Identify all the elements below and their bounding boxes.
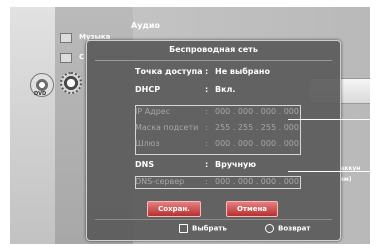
gear-icon[interactable] — [60, 72, 82, 94]
return-label: Возврат — [278, 224, 311, 233]
subnet-mask-row[interactable]: Маска подсети:255 . 255 . 255 . 000 — [135, 123, 299, 132]
select-label: Выбрать — [192, 224, 227, 233]
select-hint: Выбрать — [179, 224, 227, 233]
enter-key-icon — [179, 224, 188, 233]
subnet-mask-value: 255 . 255 . 255 . 000 — [215, 123, 299, 132]
left-strip — [10, 7, 55, 244]
music-icon — [60, 33, 72, 43]
access-point-row[interactable]: Точка доступа: Не выбрано — [135, 67, 270, 76]
gateway-value: 000 . 000 . 000 . 000 — [215, 139, 299, 148]
dns-value: Вручную — [215, 160, 257, 169]
right-label-yam: ям) — [340, 176, 352, 183]
divider — [95, 60, 332, 61]
ip-address-label: IP Адрес — [135, 107, 171, 116]
dhcp-label: DHCP — [135, 85, 161, 94]
dns-server-value: 000 . 000 . 000 . 000 — [215, 177, 299, 186]
dns-server-label: DNS-сервер — [135, 177, 185, 186]
gateway-row[interactable]: Шлюз:000 . 000 . 000 . 000 — [135, 139, 299, 148]
dialog-title: Беспроводная сеть — [169, 45, 258, 54]
dvd-label: DVD — [34, 91, 47, 97]
menu-item-partial[interactable]: С — [79, 53, 84, 61]
dhcp-row[interactable]: DHCP: Вкл. — [135, 85, 235, 94]
dns-server-row[interactable]: DNS-сервер:000 . 000 . 000 . 000 — [135, 177, 299, 186]
gateway-label: Шлюз — [135, 139, 160, 148]
dhcp-value: Вкл. — [215, 85, 236, 94]
wireless-network-dialog: Беспроводная сеть Точка доступа: Не выбра… — [86, 40, 341, 241]
return-hint: Возврат — [265, 224, 310, 233]
divider — [95, 219, 332, 220]
cancel-button[interactable]: Отмена — [226, 201, 278, 217]
access-point-value: Не выбрано — [215, 67, 270, 76]
photo-icon — [60, 53, 72, 63]
return-key-icon — [265, 224, 274, 233]
audio-title: Аудио — [131, 21, 160, 30]
callout-line-ip — [288, 119, 374, 120]
save-button[interactable]: Сохран. — [147, 201, 201, 217]
dns-row[interactable]: DNS: Вручную — [135, 160, 256, 169]
subnet-mask-label: Маска подсети — [135, 123, 199, 132]
access-point-label: Точка доступа — [135, 67, 203, 76]
tv-screen: Аудио Музыка С DVD а /аккун ям) ▸ Беспро… — [10, 7, 370, 244]
callout-line-dns — [288, 171, 374, 172]
ip-address-value: 000 . 000 . 000 . 000 — [215, 107, 299, 116]
dns-label: DNS — [135, 160, 155, 169]
ip-address-row[interactable]: IP Адрес:000 . 000 . 000 . 000 — [135, 107, 299, 116]
callout-line-vertical — [373, 119, 374, 171]
